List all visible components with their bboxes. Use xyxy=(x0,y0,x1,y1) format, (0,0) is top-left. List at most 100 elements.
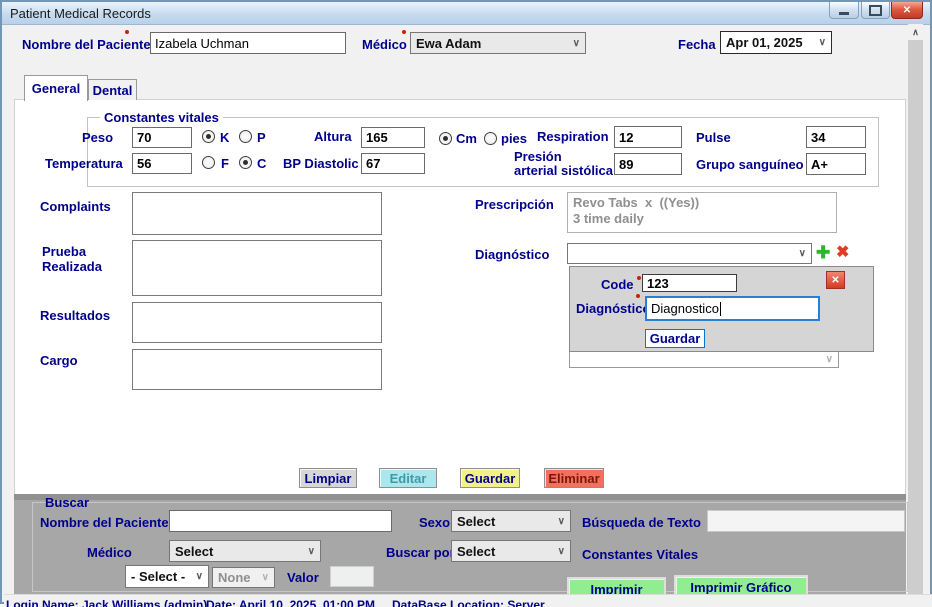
resultados-textarea[interactable] xyxy=(132,302,382,343)
respiration-label: Respiration xyxy=(537,129,609,144)
minimize-button[interactable] xyxy=(829,2,859,19)
peso-unit-k-label: K xyxy=(220,130,229,145)
limpiar-button[interactable]: Limpiar xyxy=(299,468,357,488)
diagnostico-label: Diagnóstico xyxy=(475,247,549,262)
altura-unit-pies-label: pies xyxy=(501,131,527,146)
guardar-button[interactable]: Guardar xyxy=(460,468,520,488)
sexo-dropdown[interactable]: Select ∨ xyxy=(451,510,571,532)
bp-diastolic-input[interactable] xyxy=(361,153,425,174)
code-input[interactable] xyxy=(642,274,737,292)
cargo-label: Cargo xyxy=(40,353,78,368)
popup-close-button[interactable]: ✕ xyxy=(826,271,845,289)
peso-input[interactable] xyxy=(132,127,192,148)
peso-unit-k-radio[interactable] xyxy=(202,130,215,143)
buscar-por-selected-value: Select xyxy=(457,544,495,559)
medico-label: Médico xyxy=(362,37,407,52)
grupo-sanguineo-label: Grupo sanguíneo xyxy=(696,157,804,172)
altura-label: Altura xyxy=(314,129,352,144)
pulse-input[interactable] xyxy=(806,126,866,148)
popup-guardar-button[interactable]: Guardar xyxy=(645,329,705,348)
complaints-textarea[interactable] xyxy=(132,192,382,235)
valor-input[interactable] xyxy=(330,566,374,587)
vital-field-dropdown[interactable]: - Select - ∨ xyxy=(125,565,209,588)
altura-unit-pies-radio[interactable] xyxy=(484,132,497,145)
maximize-button[interactable] xyxy=(861,2,890,19)
sexo-label: Sexo xyxy=(419,515,450,530)
patient-name-label: Nombre del Paciente xyxy=(22,37,151,52)
temperatura-unit-f-radio[interactable] xyxy=(202,156,215,169)
editar-label: Editar xyxy=(390,471,427,486)
tab-general[interactable]: General xyxy=(24,75,88,101)
required-asterisk xyxy=(637,276,641,280)
chevron-down-icon: ∨ xyxy=(558,516,565,527)
altura-unit-cm-label: Cm xyxy=(456,131,477,146)
pulse-label: Pulse xyxy=(696,130,731,145)
text-cursor xyxy=(720,302,721,316)
diagnostico-list-dropdown[interactable]: ∨ xyxy=(569,350,839,368)
vitals-groupbox: Constantes vitales xyxy=(87,117,879,187)
resultados-label: Resultados xyxy=(40,308,110,323)
buscar-por-label: Buscar por xyxy=(386,545,455,560)
delete-diagnosis-icon[interactable]: ✖ xyxy=(836,244,849,261)
popup-diagnostico-input[interactable]: Diagnostico xyxy=(645,296,820,321)
diagnostico-dropdown[interactable]: ∨ xyxy=(567,243,812,264)
grupo-sanguineo-input[interactable] xyxy=(806,153,866,175)
tab-general-label: General xyxy=(32,81,80,96)
complaints-label: Complaints xyxy=(40,199,111,214)
required-asterisk xyxy=(636,294,640,298)
peso-unit-p-radio[interactable] xyxy=(239,130,252,143)
temperatura-unit-f-label: F xyxy=(221,156,229,171)
fecha-label: Fecha xyxy=(678,37,716,52)
add-diagnosis-icon[interactable]: ✚ xyxy=(816,244,830,261)
tab-dental[interactable]: Dental xyxy=(88,79,137,100)
prescripcion-textarea[interactable]: Revo Tabs x ((Yes)) 3 time daily xyxy=(567,192,837,233)
patient-medical-records-window: Patient Medical Records ✕ Nombre del Pac… xyxy=(0,0,932,604)
vertical-scrollbar[interactable]: ∧ xyxy=(908,24,923,594)
presion-sistolica-input[interactable] xyxy=(614,153,682,175)
buscar-medico-dropdown[interactable]: Select ∨ xyxy=(169,540,321,562)
bp-diastolic-label: BP Diastolic xyxy=(283,156,359,171)
altura-input[interactable] xyxy=(361,127,425,148)
medico-dropdown[interactable]: Ewa Adam ∨ xyxy=(410,32,586,54)
buscar-medico-label: Médico xyxy=(87,545,132,560)
buscar-medico-selected-value: Select xyxy=(175,544,213,559)
busqueda-texto-input[interactable] xyxy=(707,510,905,532)
required-asterisk xyxy=(402,30,406,34)
close-button[interactable]: ✕ xyxy=(891,2,923,19)
respiration-input[interactable] xyxy=(614,126,682,148)
chevron-up-icon: ∧ xyxy=(912,27,919,38)
constantes-vitales-label: Constantes Vitales xyxy=(582,547,698,562)
prueba-realizada-textarea[interactable] xyxy=(132,240,382,296)
fecha-datepicker[interactable]: Apr 01, 2025 ∨ xyxy=(720,31,832,54)
status-date: Date: April 10, 2025, 01:00 PM xyxy=(206,598,375,607)
popup-guardar-label: Guardar xyxy=(650,331,701,346)
scroll-up-button[interactable]: ∧ xyxy=(908,24,923,40)
maximize-icon xyxy=(869,5,882,16)
busqueda-texto-label: Búsqueda de Texto xyxy=(582,515,701,530)
patient-name-input[interactable] xyxy=(150,32,346,54)
buscar-patient-name-input[interactable] xyxy=(169,510,392,532)
editar-button[interactable]: Editar xyxy=(379,468,437,488)
fecha-value: Apr 01, 2025 xyxy=(726,35,803,50)
cargo-textarea[interactable] xyxy=(132,349,382,390)
peso-unit-p-label: P xyxy=(257,130,266,145)
chevron-down-icon: ∨ xyxy=(799,248,806,259)
required-asterisk xyxy=(125,30,129,34)
buscar-por-dropdown[interactable]: Select ∨ xyxy=(451,540,571,562)
vital-operator-dropdown[interactable]: None ∨ xyxy=(212,567,275,588)
prescripcion-label: Prescripción xyxy=(475,197,554,212)
chevron-down-icon: ∨ xyxy=(573,38,580,49)
medico-selected-value: Ewa Adam xyxy=(416,36,481,51)
limpiar-label: Limpiar xyxy=(305,471,352,486)
temperatura-unit-c-radio[interactable] xyxy=(239,156,252,169)
altura-unit-cm-radio[interactable] xyxy=(439,132,452,145)
eliminar-button[interactable]: Eliminar xyxy=(544,468,604,488)
popup-diagnostico-value: Diagnostico xyxy=(651,301,719,316)
chevron-down-icon: ∨ xyxy=(308,546,315,557)
vital-field-selected-value: - Select - xyxy=(131,569,185,584)
temperatura-input[interactable] xyxy=(132,153,192,174)
temperatura-unit-c-label: C xyxy=(257,156,266,171)
status-bar: Login Name: Jack Williams (admin) Date: … xyxy=(4,594,932,607)
close-icon: ✕ xyxy=(831,275,839,286)
prueba-realizada-label: Prueba Realizada xyxy=(42,244,102,274)
